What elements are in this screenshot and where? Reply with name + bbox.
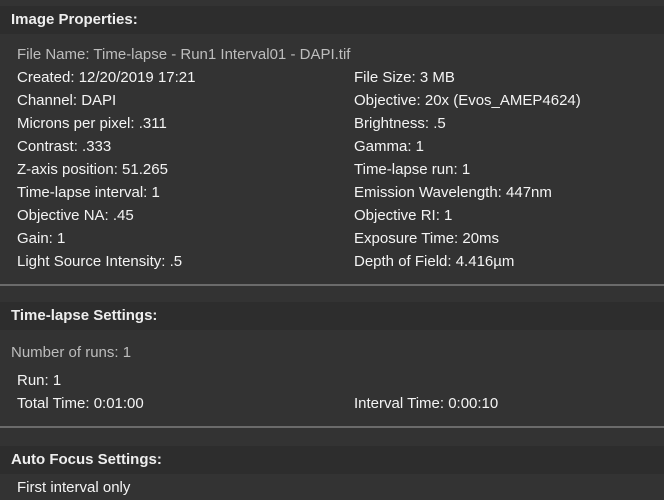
time-lapse-run-value: Time-lapse run: 1 (354, 161, 471, 178)
exposure-time-value: Exposure Time: 20ms (354, 230, 500, 247)
file-size-value: File Size: 3 MB (354, 69, 455, 86)
file-name: File Name: Time-lapse - Run1 Interval01 … (17, 46, 351, 63)
objective-value: Objective: 20x (Evos_AMEP4624) (354, 92, 581, 109)
z-axis-position-value: Z-axis position: 51.265 (17, 161, 168, 178)
image-properties-panel: Image Properties: File Name: Time-lapse … (0, 0, 664, 500)
time-lapse-interval-value: Time-lapse interval: 1 (17, 184, 160, 201)
image-properties-header: Image Properties: (0, 6, 664, 34)
light-source-intensity-value: Light Source Intensity: .5 (17, 253, 183, 270)
interval-time-value: Interval Time: 0:00:10 (354, 395, 499, 412)
timelapse-settings-header: Time-lapse Settings: (0, 302, 664, 330)
gain-value: Gain: 1 (17, 230, 66, 247)
contrast-value: Contrast: .333 (17, 138, 112, 155)
depth-of-field-value: Depth of Field: 4.416µm (354, 253, 515, 270)
auto-focus-mode: First interval only (17, 479, 131, 496)
section-divider (0, 284, 664, 286)
section-divider (0, 426, 664, 428)
objective-ri-value: Objective RI: 1 (354, 207, 453, 224)
number-of-runs: Number of runs: 1 (11, 344, 132, 361)
objective-na-value: Objective NA: .45 (17, 207, 134, 224)
gamma-value: Gamma: 1 (354, 138, 425, 155)
total-time-value: Total Time: 0:01:00 (17, 395, 144, 412)
created-value: Created: 12/20/2019 17:21 (17, 69, 196, 86)
auto-focus-settings-header: Auto Focus Settings: (0, 446, 664, 474)
channel-value: Channel: DAPI (17, 92, 117, 109)
microns-per-pixel-value: Microns per pixel: .311 (17, 115, 167, 132)
run-value: Run: 1 (17, 372, 62, 389)
brightness-value: Brightness: .5 (354, 115, 446, 132)
emission-wavelength-value: Emission Wavelength: 447nm (354, 184, 552, 201)
